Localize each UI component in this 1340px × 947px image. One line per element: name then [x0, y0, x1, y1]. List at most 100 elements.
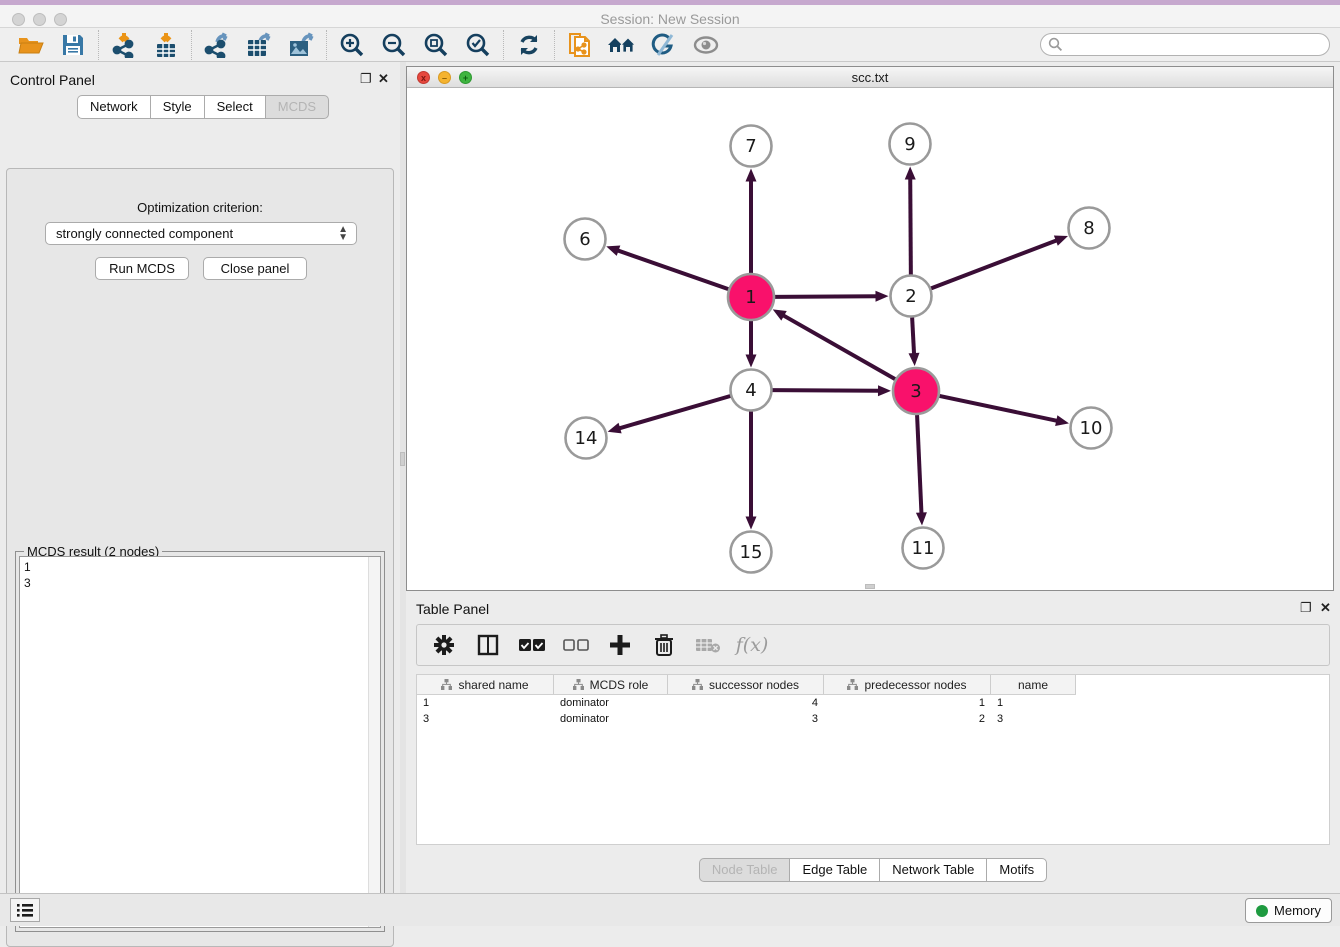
control-panel-title: Control Panel — [10, 72, 95, 88]
graph-node-label: 7 — [745, 136, 756, 157]
arrowhead-2-8 — [1054, 236, 1068, 246]
export-table-icon — [245, 32, 273, 58]
network-window-titlebar[interactable]: x – + scc.txt — [407, 67, 1333, 88]
tab-edge-table[interactable]: Edge Table — [789, 858, 879, 882]
zoom-fit-button[interactable] — [415, 30, 457, 60]
memory-status-icon — [1256, 905, 1268, 917]
home-icon — [607, 33, 637, 57]
splitter-grip[interactable] — [865, 584, 875, 589]
list-icon — [16, 902, 34, 918]
zoom-out-button[interactable] — [373, 30, 415, 60]
export-image-icon — [287, 32, 315, 58]
home-button[interactable] — [601, 30, 643, 60]
edge-2-8[interactable] — [931, 240, 1058, 288]
node-table[interactable]: shared name MCDS rolesuccessor nodesprede… — [416, 674, 1330, 845]
column-type-icon — [847, 679, 858, 690]
graphics-details-button[interactable] — [643, 30, 685, 60]
task-history-button[interactable] — [10, 898, 40, 922]
export-table-button[interactable] — [238, 30, 280, 60]
tab-network[interactable]: Network — [77, 95, 150, 119]
splitter-grip[interactable] — [400, 452, 405, 466]
toolbar-separator — [503, 30, 504, 60]
edge-2-9[interactable] — [910, 177, 911, 274]
split-columns-button[interactable] — [471, 628, 505, 662]
column-header-label: shared name — [458, 678, 528, 692]
float-panel-icon[interactable]: ❐ — [360, 71, 372, 87]
add-column-button[interactable] — [603, 628, 637, 662]
apply-function-button[interactable]: f(x) — [735, 628, 769, 662]
save-session-button[interactable] — [52, 30, 94, 60]
float-panel-icon[interactable]: ❐ — [1300, 600, 1312, 616]
zoom-selected-button[interactable] — [457, 30, 499, 60]
search-input[interactable] — [1040, 33, 1330, 56]
result-item: 3 — [24, 575, 376, 591]
run-mcds-button[interactable]: Run MCDS — [95, 257, 189, 280]
main-toolbar — [0, 28, 1340, 62]
graph-node-label: 11 — [912, 538, 935, 559]
edge-3-10[interactable] — [939, 396, 1058, 421]
import-network-button[interactable] — [103, 30, 145, 60]
edge-3-1[interactable] — [782, 315, 895, 379]
edge-1-6[interactable] — [617, 250, 729, 289]
network-window-title: scc.txt — [407, 70, 1333, 85]
zoom-selected-icon — [465, 32, 491, 58]
table-panel: Table Panel ❐ ✕ — [406, 596, 1340, 893]
select-all-button[interactable] — [515, 628, 549, 662]
split-columns-icon — [477, 634, 499, 656]
export-network-button[interactable] — [196, 30, 238, 60]
table-cell: 1 — [417, 696, 554, 712]
tab-motifs[interactable]: Motifs — [986, 858, 1047, 882]
refresh-button[interactable] — [508, 30, 550, 60]
column-header-predecessor-nodes[interactable]: predecessor nodes — [824, 675, 991, 694]
table-cell: 3 — [991, 712, 1076, 728]
table-cell: dominator — [554, 696, 668, 712]
show-hide-eye-button[interactable] — [685, 30, 727, 60]
export-image-button[interactable] — [280, 30, 322, 60]
close-panel-icon[interactable]: ✕ — [378, 71, 389, 87]
table-settings-button[interactable] — [427, 628, 461, 662]
status-bar: Memory — [0, 893, 1340, 926]
search-box[interactable] — [1040, 33, 1330, 56]
tab-node-table[interactable]: Node Table — [699, 858, 790, 882]
network-view-window: x – + scc.txt 7968124314101511 — [406, 66, 1334, 591]
clone-network-button[interactable] — [559, 30, 601, 60]
tab-select[interactable]: Select — [204, 95, 265, 119]
gear-icon — [433, 634, 455, 656]
column-header-MCDS-role[interactable]: MCDS role — [554, 675, 668, 694]
plus-icon — [609, 634, 631, 656]
delete-column-button[interactable] — [647, 628, 681, 662]
table-row[interactable]: 3dominator323 — [417, 712, 1329, 728]
column-header-successor-nodes[interactable]: successor nodes — [668, 675, 824, 694]
tab-style[interactable]: Style — [150, 95, 204, 119]
column-header-label: name — [1018, 678, 1048, 692]
column-header-shared-name[interactable]: shared name — [417, 675, 554, 694]
edge-4-3[interactable] — [772, 390, 880, 391]
table-cell: 3 — [668, 712, 824, 728]
mcds-result-list[interactable]: 13 — [19, 556, 381, 928]
edge-2-3[interactable] — [912, 317, 914, 355]
column-header-name[interactable]: name — [991, 675, 1076, 694]
tab-mcds[interactable]: MCDS — [265, 95, 329, 119]
result-scrollbar[interactable] — [368, 557, 380, 927]
memory-button[interactable]: Memory — [1245, 898, 1332, 923]
edge-3-11[interactable] — [917, 415, 921, 515]
deselect-all-button[interactable] — [559, 628, 593, 662]
edge-4-14[interactable] — [618, 396, 730, 429]
import-network-icon — [111, 32, 137, 58]
close-panel-button[interactable]: Close panel — [203, 257, 307, 280]
open-session-button[interactable] — [10, 30, 52, 60]
graph-node-label: 8 — [1083, 218, 1094, 239]
optimization-criterion-select[interactable]: strongly connected component ▲▼ — [45, 222, 357, 245]
zoom-in-button[interactable] — [331, 30, 373, 60]
graph-node-label: 3 — [910, 381, 921, 402]
table-body: 1dominator4113dominator323 — [417, 696, 1329, 728]
table-row[interactable]: 1dominator411 — [417, 696, 1329, 712]
import-table-button[interactable] — [145, 30, 187, 60]
arrowhead-1-7 — [746, 169, 757, 182]
network-graph-canvas[interactable]: 7968124314101511 — [407, 88, 1333, 590]
close-panel-icon[interactable]: ✕ — [1320, 600, 1331, 616]
tab-network-table[interactable]: Network Table — [879, 858, 986, 882]
toolbar-separator — [326, 30, 327, 60]
delete-table-button[interactable] — [691, 628, 725, 662]
edge-1-2[interactable] — [775, 296, 878, 297]
